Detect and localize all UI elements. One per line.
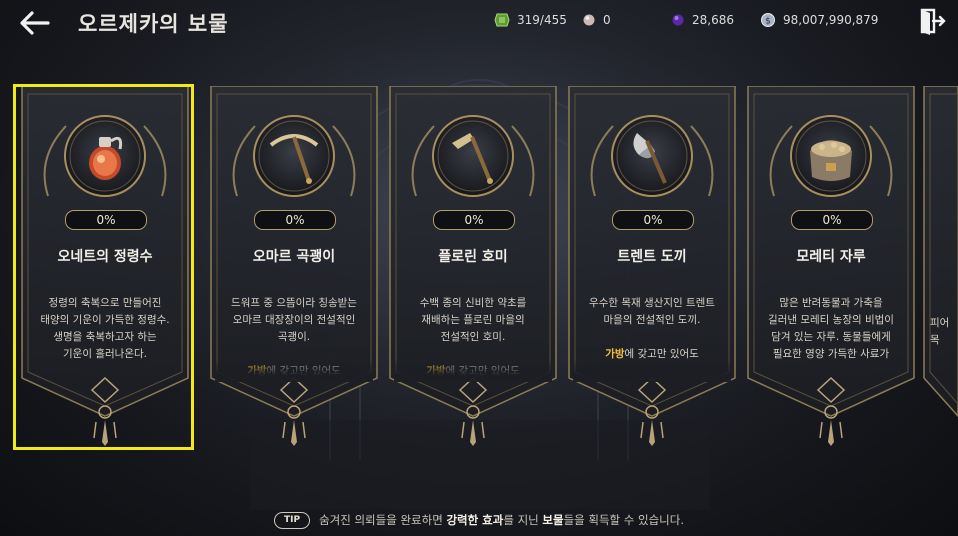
tip-text-2: 를 지닌 [503,513,539,527]
purple-orb-icon [672,14,684,26]
progress-badge: 0% [791,210,873,230]
tip-strong-1: 강력한 효과 [446,513,504,527]
description-line: 재배하는 플로린 마을의 [421,314,525,326]
description-line: 마을의 전설적인 도끼. [603,314,701,326]
partial-card-desc-line: 피어 [930,317,950,329]
arrow-left-icon [20,11,50,35]
description-line: 전설적인 호미. [440,331,506,343]
tip-bar: TIP 숨겨진 의뢰들을 완료하면 강력한 효과 를 지닌 보물 들을 획득할 … [0,504,958,536]
treasure-name: 오마르 곡괭이 [252,249,336,265]
description-fade [573,358,731,382]
tip-badge: TIP [273,511,311,529]
currency-pearl: 0 [582,11,611,29]
description-line: 길러낸 모레티 농장의 비법이 [768,314,894,326]
pickaxe-icon [269,134,319,184]
description-line: 기운이 흘러나온다. [63,348,147,360]
treasure-card[interactable]: 0% 플로린 호미수백 종의 신비한 약초를재배하는 플로린 마을의전설적인 호미… [384,86,562,446]
description-line: 우수한 목재 생산지인 트렌트 [589,297,715,309]
partial-card-banner [923,86,958,418]
description-fade [394,358,552,382]
currency-energy-value: 319/455 [517,13,567,27]
treasure-name: 모레티 자루 [796,249,866,265]
currency-crystal-value: 28,686 [692,13,734,27]
treasure-description: 정령의 축복으로 만들어진태양의 기운이 가득한 정령수. 생명을 축복하고자 하… [30,295,180,363]
description-line: 곡괭이. [277,331,311,343]
currency-pearl-value: 0 [603,13,611,27]
description-line: 생명을 축복하고자 하는 [53,331,157,343]
description-fade [215,358,373,382]
treasure-description: 우수한 목재 생산지인 트렌트 마을의 전설적인 도끼. 가방에 갖고만 있어도 [577,295,727,363]
currency-silver-value: 98,007,990,879 [783,13,879,27]
description-line: 담겨 있는 자루. 동물들에게 [771,331,891,343]
tip-text-3: 들을 획득할 수 있습니다. [563,513,684,527]
description-line: 태양의 기운이 가득한 정령수. [40,314,170,326]
progress-badge: 0% [612,210,694,230]
tip-text-1: 숨겨진 의뢰들을 완료하면 [319,513,443,527]
spirit-potion-icon [89,136,123,180]
treasure-card[interactable]: 0% 트렌트 도끼 우수한 목재 생산지인 트렌트 마을의 전설적인 도끼. 가방에 갖… [563,86,741,446]
partial-card-desc-line: 목 [930,334,940,346]
food-sack-icon [810,140,852,181]
silver-coin-icon: $ [761,13,775,27]
axe-icon [633,133,667,184]
description-line: 필요한 영양 가득한 사료가 [772,348,890,360]
hoe-icon [452,133,493,184]
treasure-card[interactable]: 0% 오마르 곡괭이드워프 중 으뜸이라 칭송받는오마르 대장장이의 전설적인곡괭… [205,86,383,446]
treasure-name: 트렌트 도끼 [617,249,687,265]
treasure-card[interactable]: 0% 모레티 자루많은 반려동물과 가축을길러낸 모레티 농장의 비법이담겨 있는… [742,86,920,446]
currency-energy: 319/455 [494,11,567,29]
treasure-name: 오네트의 정령수 [57,249,153,265]
currency-crystal: 28,686 [671,11,734,29]
progress-badge: 0% [433,210,515,230]
treasure-card[interactable]: 0% 오네트의 정령수정령의 축복으로 만들어진태양의 기운이 가득한 정령수. 생… [16,86,194,446]
treasure-description: 많은 반려동물과 가축을길러낸 모레티 농장의 비법이담겨 있는 자루. 동물들… [756,295,906,363]
description-line: 정령의 축복으로 만들어진 [48,297,162,309]
currency-silver: $ 98,007,990,879 [760,11,878,29]
exit-door-icon [920,8,946,35]
progress-badge: 0% [65,210,147,230]
description-line: 드워프 중 으뜸이라 칭송받는 [231,297,357,309]
top-bar: 오르제카의 보물 319/455 0 28,686 $ 98,007,990,8… [0,0,958,46]
description-line: 오마르 대장장이의 전설적인 [232,314,356,326]
description-line: 많은 반려동물과 가축을 [779,297,883,309]
back-button[interactable] [18,9,52,37]
exit-button[interactable] [918,7,946,35]
partial-card[interactable]: 피어 목 [918,86,958,446]
description-line: 수백 종의 신비한 약초를 [419,297,527,309]
treasure-name: 플로린 호미 [438,249,508,265]
progress-badge: 0% [254,210,336,230]
pearl-icon [583,14,595,26]
green-gem-icon [494,13,510,27]
tip-strong-2: 보물 [542,513,564,527]
svg-text:$: $ [765,17,771,27]
page-title: 오르제카의 보물 [78,12,229,36]
